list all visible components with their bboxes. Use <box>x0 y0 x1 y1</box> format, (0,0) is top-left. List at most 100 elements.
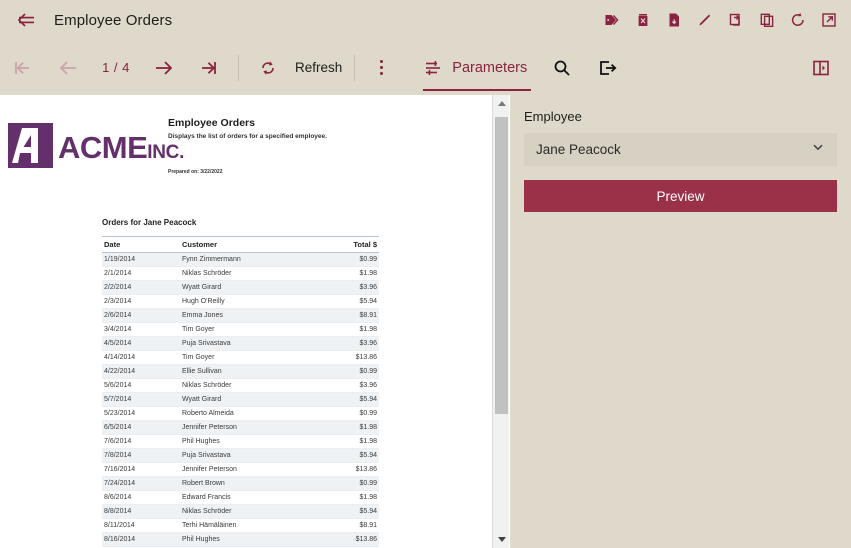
edit-pencil-icon[interactable] <box>692 7 718 33</box>
copy-icon[interactable] <box>754 7 780 33</box>
order-customer: Hugh O'Reilly <box>180 294 310 309</box>
order-total: $5.94 <box>310 294 379 309</box>
table-row: 4/14/2014 Tim Goyer $13.86 <box>102 350 379 365</box>
tab-parameters-label: Parameters <box>452 59 528 76</box>
refresh-label: Refresh <box>295 60 343 75</box>
panel-toggle-icon[interactable] <box>801 48 841 88</box>
order-date: 5/7/2014 <box>102 392 180 407</box>
orders-section-title: Orders for Jane Peacock <box>102 218 197 227</box>
order-date: 5/6/2014 <box>102 378 180 393</box>
report-page: ACMEINC. Employee Orders Displays the li… <box>0 95 494 548</box>
order-total: $1.98 <box>310 490 379 505</box>
tag-icon[interactable] <box>599 7 625 33</box>
table-row: 5/23/2014 Roberto Almeida $0.99 <box>102 406 379 421</box>
tab-parameters[interactable]: Parameters <box>413 40 539 95</box>
duplicate-icon[interactable] <box>723 7 749 33</box>
refresh-button[interactable]: Refresh <box>245 48 348 88</box>
search-icon[interactable] <box>539 48 585 88</box>
pagination-controls: 1 / 4 <box>0 48 232 88</box>
table-row: 8/8/2014 Niklas Schröder $5.94 <box>102 504 379 519</box>
table-row: 2/1/2014 Niklas Schröder $1.98 <box>102 266 379 281</box>
scrollbar-thumb[interactable] <box>495 117 508 414</box>
back-arrow-icon[interactable] <box>6 0 46 40</box>
refresh-icon[interactable] <box>245 48 291 88</box>
order-customer: Terhi Hämäläinen <box>180 518 310 533</box>
table-header-row: Date Customer Total $ <box>102 236 379 253</box>
order-date: 8/8/2014 <box>102 504 180 519</box>
order-total: $13.86 <box>310 462 379 477</box>
order-total: $8.91 <box>310 308 379 323</box>
table-row: 3/4/2014 Tim Goyer $1.98 <box>102 322 379 337</box>
order-customer: Robert Brown <box>180 476 310 491</box>
table-row: 7/16/2014 Jennifer Peterson $13.86 <box>102 462 379 477</box>
scroll-down-arrow-icon[interactable] <box>493 531 510 548</box>
order-total: $0.99 <box>310 406 379 421</box>
order-customer: Phil Hughes <box>180 434 310 449</box>
order-total: $3.96 <box>310 336 379 351</box>
order-customer: Tim Goyer <box>180 350 310 365</box>
order-total: $0.99 <box>310 252 379 267</box>
table-row: 6/5/2014 Jennifer Peterson $1.98 <box>102 420 379 435</box>
report-viewport: ACMEINC. Employee Orders Displays the li… <box>0 95 510 548</box>
export-file-icon[interactable] <box>661 7 687 33</box>
order-date: 2/1/2014 <box>102 266 180 281</box>
table-row: 2/3/2014 Hugh O'Reilly $5.94 <box>102 294 379 309</box>
report-prepared-on: Prepared on: 3/22/2022 <box>168 169 223 175</box>
order-date: 8/6/2014 <box>102 490 180 505</box>
scroll-up-arrow-icon[interactable] <box>493 95 510 112</box>
order-customer: Puja Srivastava <box>180 336 310 351</box>
last-page-icon[interactable] <box>186 48 232 88</box>
column-header-date: Date <box>102 236 180 253</box>
parameters-panel: Employee Jane Peacock Preview <box>510 95 851 548</box>
order-total: $13.86 <box>310 350 379 365</box>
page-title: Employee Orders <box>54 11 173 29</box>
order-date: 7/6/2014 <box>102 434 180 449</box>
table-row: 5/7/2014 Wyatt Girard $5.94 <box>102 392 379 407</box>
app-window: Employee Orders 1 / 4 Refresh Parameters… <box>0 0 851 548</box>
order-customer: Jennifer Peterson <box>180 462 310 477</box>
vertical-scrollbar[interactable] <box>492 95 509 548</box>
previous-page-icon[interactable] <box>46 48 92 88</box>
logo-mark-icon <box>8 123 53 168</box>
preview-button-label: Preview <box>656 188 705 204</box>
order-total: $1.98 <box>310 420 379 435</box>
order-date: 7/16/2014 <box>102 462 180 477</box>
table-row: 2/6/2014 Emma Jones $8.91 <box>102 308 379 323</box>
logo-text: ACMEINC. <box>58 130 185 165</box>
toolbar-separator-2 <box>354 54 356 81</box>
first-page-icon[interactable] <box>0 48 46 88</box>
delete-icon[interactable] <box>630 7 656 33</box>
open-external-icon[interactable] <box>816 7 842 33</box>
order-date: 8/16/2014 <box>102 532 180 547</box>
table-row: 2/2/2014 Wyatt Girard $3.96 <box>102 280 379 295</box>
order-total: $0.99 <box>310 476 379 491</box>
more-options-icon[interactable] <box>361 48 401 88</box>
order-total: $3.96 <box>310 280 379 295</box>
employee-select[interactable]: Jane Peacock <box>524 133 837 166</box>
order-date: 4/5/2014 <box>102 336 180 351</box>
table-row: 5/6/2014 Niklas Schröder $3.96 <box>102 378 379 393</box>
chevron-down-icon <box>811 140 825 159</box>
table-row: 8/6/2014 Edward Francis $1.98 <box>102 490 379 505</box>
toolbar-separator <box>238 54 239 81</box>
report-title: Employee Orders <box>168 117 255 129</box>
next-page-icon[interactable] <box>140 48 186 88</box>
order-date: 5/23/2014 <box>102 406 180 421</box>
order-total: $1.98 <box>310 266 379 281</box>
order-customer: Emma Jones <box>180 308 310 323</box>
order-customer: Wyatt Girard <box>180 280 310 295</box>
order-total: $13.86 <box>310 532 379 547</box>
refresh-circle-icon[interactable] <box>785 7 811 33</box>
preview-button[interactable]: Preview <box>524 180 837 212</box>
sliders-icon <box>426 60 441 75</box>
report-header: ACMEINC. Employee Orders Displays the li… <box>0 95 494 200</box>
export-icon[interactable] <box>585 48 631 88</box>
header-actions <box>599 7 851 33</box>
order-date: 1/19/2014 <box>102 252 180 267</box>
table-row: 4/22/2014 Ellie Sullivan $0.99 <box>102 364 379 379</box>
order-customer: Roberto Almeida <box>180 406 310 421</box>
page-indicator: 1 / 4 <box>102 60 130 75</box>
order-date: 3/4/2014 <box>102 322 180 337</box>
order-date: 2/6/2014 <box>102 308 180 323</box>
app-header: Employee Orders <box>0 0 851 40</box>
